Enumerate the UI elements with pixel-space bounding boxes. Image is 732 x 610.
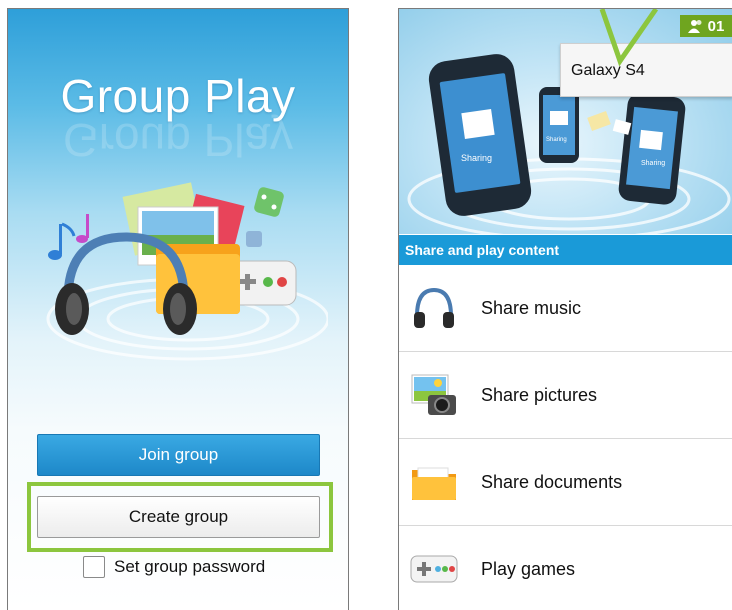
pointer-arrow-icon [599, 9, 659, 67]
sharing-caption-2: Sharing [546, 137, 567, 143]
phone-small-icon: Sharing [539, 87, 579, 163]
share-documents-item[interactable]: Share documents [399, 439, 732, 526]
section-header: Share and play content [399, 235, 732, 265]
group-play-share-screen: Sharing Sharing Sharing 01 Galaxy S4 Sha… [398, 8, 732, 610]
connected-users-count: 01 [707, 17, 725, 35]
play-games-item[interactable]: Play games [399, 526, 732, 610]
users-icon [687, 20, 702, 33]
dice-icon [246, 187, 284, 247]
set-password-checkbox[interactable] [83, 556, 105, 578]
create-group-button[interactable]: Create group [37, 496, 320, 538]
phone-right-icon: Sharing [618, 93, 686, 205]
menu-item-label: Share music [481, 297, 582, 318]
headphones-icon [399, 265, 469, 352]
set-password-label: Set group password [114, 557, 266, 576]
share-pictures-item[interactable]: Share pictures [399, 352, 732, 439]
share-music-item[interactable]: Share music [399, 265, 732, 352]
connected-users-badge[interactable]: 01 [680, 15, 732, 37]
folder-icon [399, 439, 469, 526]
menu-item-label: Share pictures [481, 384, 598, 405]
menu-item-label: Share documents [481, 471, 623, 492]
gamepad-icon [399, 526, 469, 610]
sharing-caption-3: Sharing [641, 160, 665, 167]
menu-item-label: Play games [481, 558, 576, 579]
group-play-start-screen: Group Play Group Play Join group Create … [7, 8, 349, 610]
camera-picture-icon [399, 352, 469, 439]
group-play-hero-illustration [46, 182, 328, 361]
sharing-caption-1: Sharing [461, 153, 492, 163]
join-group-button[interactable]: Join group [37, 434, 320, 476]
phone-large-icon: Sharing [428, 54, 532, 216]
app-title: Group Play [60, 70, 296, 122]
